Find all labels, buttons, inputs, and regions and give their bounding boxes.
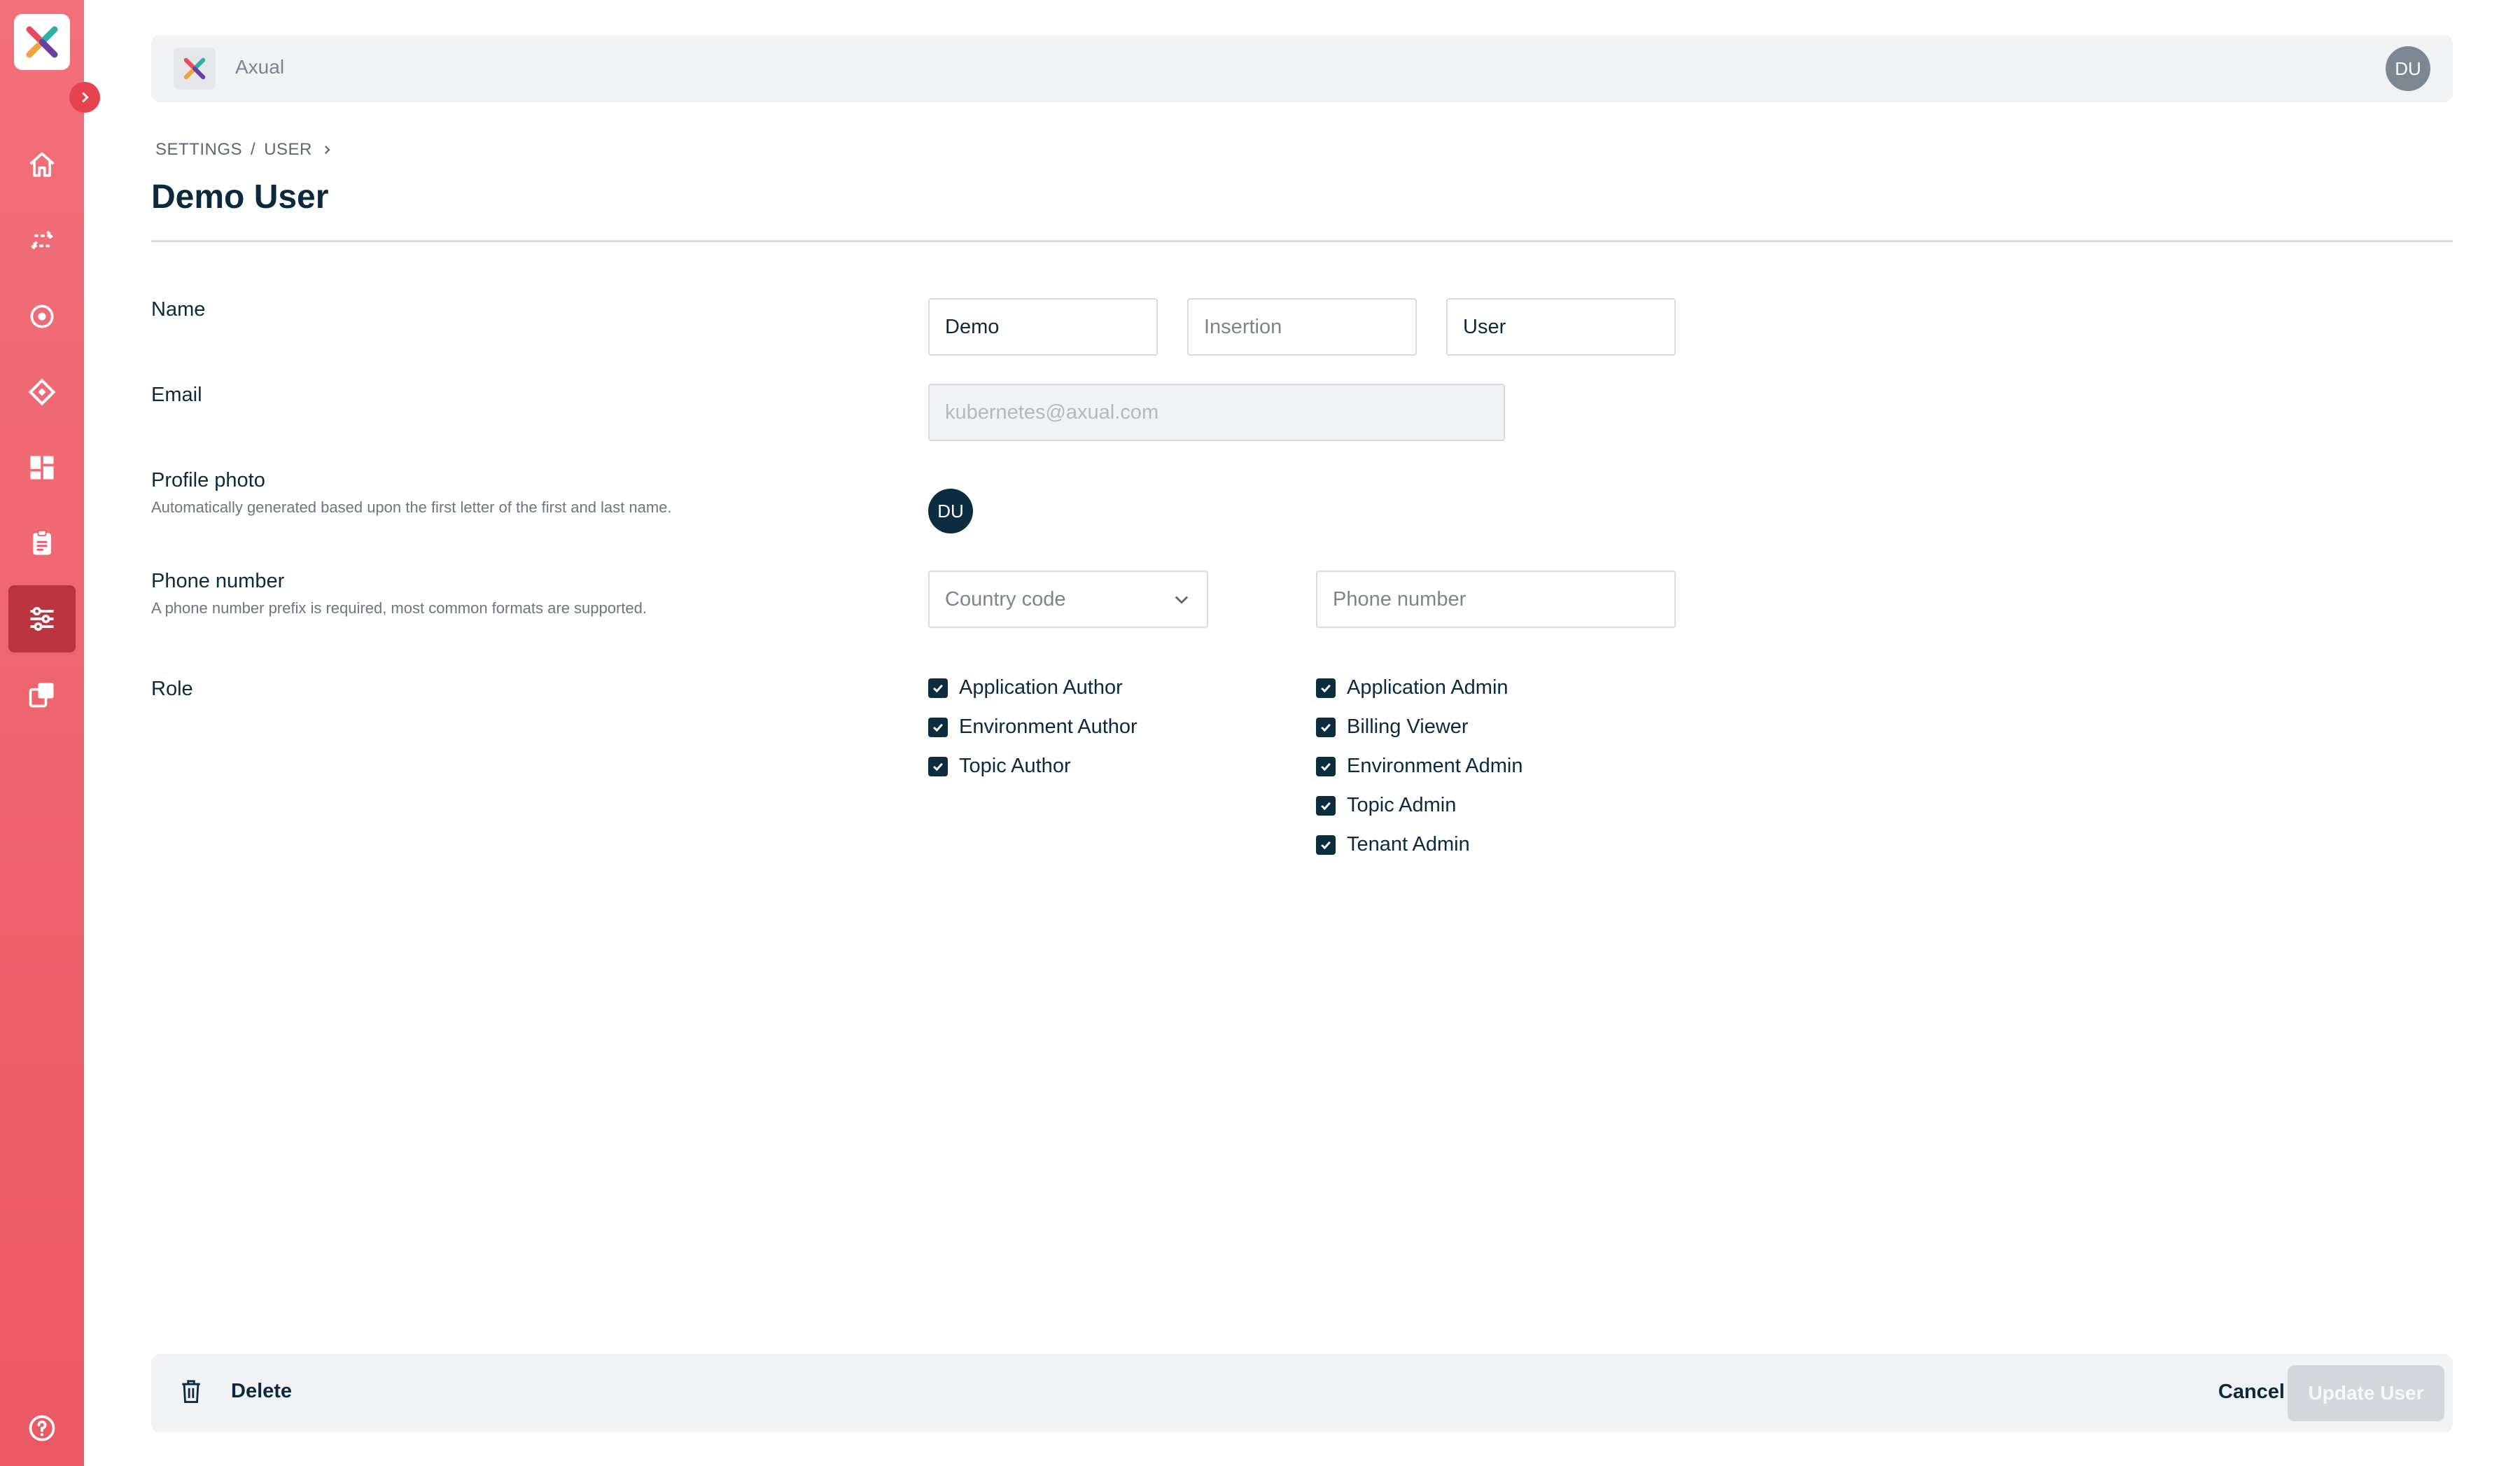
brand-name: Axual	[235, 56, 285, 78]
role-checkbox-topic-author[interactable]: Topic Author	[928, 755, 1071, 778]
checkbox-checked-icon	[928, 678, 948, 698]
chevron-right-icon	[324, 145, 330, 155]
checkbox-checked-icon	[928, 756, 948, 776]
checkbox-checked-icon	[1316, 795, 1336, 816]
checkbox-checked-icon	[1316, 756, 1336, 776]
role-label-text: Application Admin	[1347, 676, 1508, 699]
sidebar-expand-button[interactable]	[69, 82, 100, 113]
user-avatar[interactable]: DU	[2386, 46, 2430, 91]
breadcrumb-separator: /	[251, 140, 256, 159]
sidebar	[0, 0, 84, 1466]
role-label-text: Environment Admin	[1347, 755, 1523, 777]
axual-logo-icon	[26, 26, 58, 58]
phone-number-help: A phone number prefix is required, most …	[151, 599, 648, 617]
role-label-text: Application Author	[959, 676, 1123, 699]
delete-label: Delete	[231, 1379, 293, 1402]
checkbox-checked-icon	[1316, 678, 1336, 698]
sidebar-item-topics[interactable]	[8, 283, 76, 350]
sidebar-item-environments[interactable]	[8, 661, 76, 728]
cancel-button[interactable]: Cancel	[2218, 1381, 2285, 1404]
page-title: Demo User	[151, 179, 329, 216]
checkbox-checked-icon	[1316, 717, 1336, 737]
action-footer: Delete Cancel Update User	[151, 1354, 2453, 1432]
top-bar: Axual DU	[151, 35, 2453, 102]
role-label: Role	[151, 678, 193, 700]
arrows-exchange-icon	[29, 230, 55, 251]
profile-photo-help: Automatically generated based upon the f…	[151, 498, 672, 516]
chevron-down-icon	[1175, 596, 1189, 604]
header-divider	[151, 240, 2453, 242]
profile-photo-label: Profile photo	[151, 469, 265, 491]
axual-logo[interactable]	[14, 14, 70, 70]
role-label-text: Billing Viewer	[1347, 715, 1469, 738]
role-label-text: Topic Admin	[1347, 794, 1457, 816]
update-user-button[interactable]: Update User	[2288, 1365, 2444, 1421]
axual-logo-icon	[183, 57, 206, 80]
email-field: kubernetes@axual.com	[928, 384, 1505, 441]
breadcrumb: SETTINGS / USER	[155, 140, 333, 160]
chevron-right-icon	[82, 92, 89, 103]
copy-stack-icon	[29, 683, 54, 708]
role-checkbox-environment-admin[interactable]: Environment Admin	[1316, 755, 1522, 778]
breadcrumb-user[interactable]: USER	[264, 140, 312, 160]
sliders-icon	[30, 606, 54, 631]
email-label: Email	[151, 384, 202, 406]
diamond-icon	[28, 378, 56, 406]
phone-number-label: Phone number	[151, 570, 285, 592]
grid-icon	[30, 456, 54, 480]
sidebar-item-dashboard[interactable]	[8, 434, 76, 501]
role-label-text: Tenant Admin	[1347, 833, 1470, 856]
sidebar-item-schemas[interactable]	[8, 510, 76, 577]
role-checkbox-tenant-admin[interactable]: Tenant Admin	[1316, 833, 1470, 856]
insertion-field[interactable]: Insertion	[1187, 298, 1417, 356]
role-checkbox-application-admin[interactable]: Application Admin	[1316, 676, 1508, 699]
home-icon	[29, 152, 55, 177]
first-name-field[interactable]: Demo	[928, 298, 1158, 356]
last-name-field[interactable]: User	[1446, 298, 1676, 356]
checkbox-checked-icon	[1316, 835, 1336, 855]
sidebar-item-home[interactable]	[8, 132, 76, 199]
role-checkbox-application-author[interactable]: Application Author	[928, 676, 1123, 699]
sidebar-item-settings[interactable]	[8, 585, 76, 652]
role-label-text: Topic Author	[959, 755, 1071, 777]
target-icon	[30, 305, 54, 328]
sidebar-item-help[interactable]	[8, 1395, 76, 1462]
sidebar-item-streams[interactable]	[8, 207, 76, 274]
delete-button[interactable]: Delete	[179, 1378, 292, 1404]
help-circle-icon	[29, 1415, 55, 1441]
country-code-select[interactable]: Country code	[928, 571, 1208, 628]
trash-icon	[182, 1380, 200, 1403]
country-code-placeholder: Country code	[945, 587, 1066, 610]
phone-number-input[interactable]: Phone number	[1316, 571, 1676, 628]
profile-avatar: DU	[928, 489, 973, 533]
brand-logo[interactable]	[174, 48, 216, 90]
checkbox-checked-icon	[928, 717, 948, 737]
role-checkbox-environment-author[interactable]: Environment Author	[928, 715, 1138, 739]
role-label-text: Environment Author	[959, 715, 1138, 738]
sidebar-item-applications[interactable]	[8, 358, 76, 426]
breadcrumb-settings[interactable]: SETTINGS	[155, 140, 242, 160]
name-label: Name	[151, 298, 206, 321]
clipboard-icon	[33, 529, 51, 555]
role-checkbox-billing-viewer[interactable]: Billing Viewer	[1316, 715, 1469, 739]
role-checkbox-topic-admin[interactable]: Topic Admin	[1316, 794, 1456, 817]
